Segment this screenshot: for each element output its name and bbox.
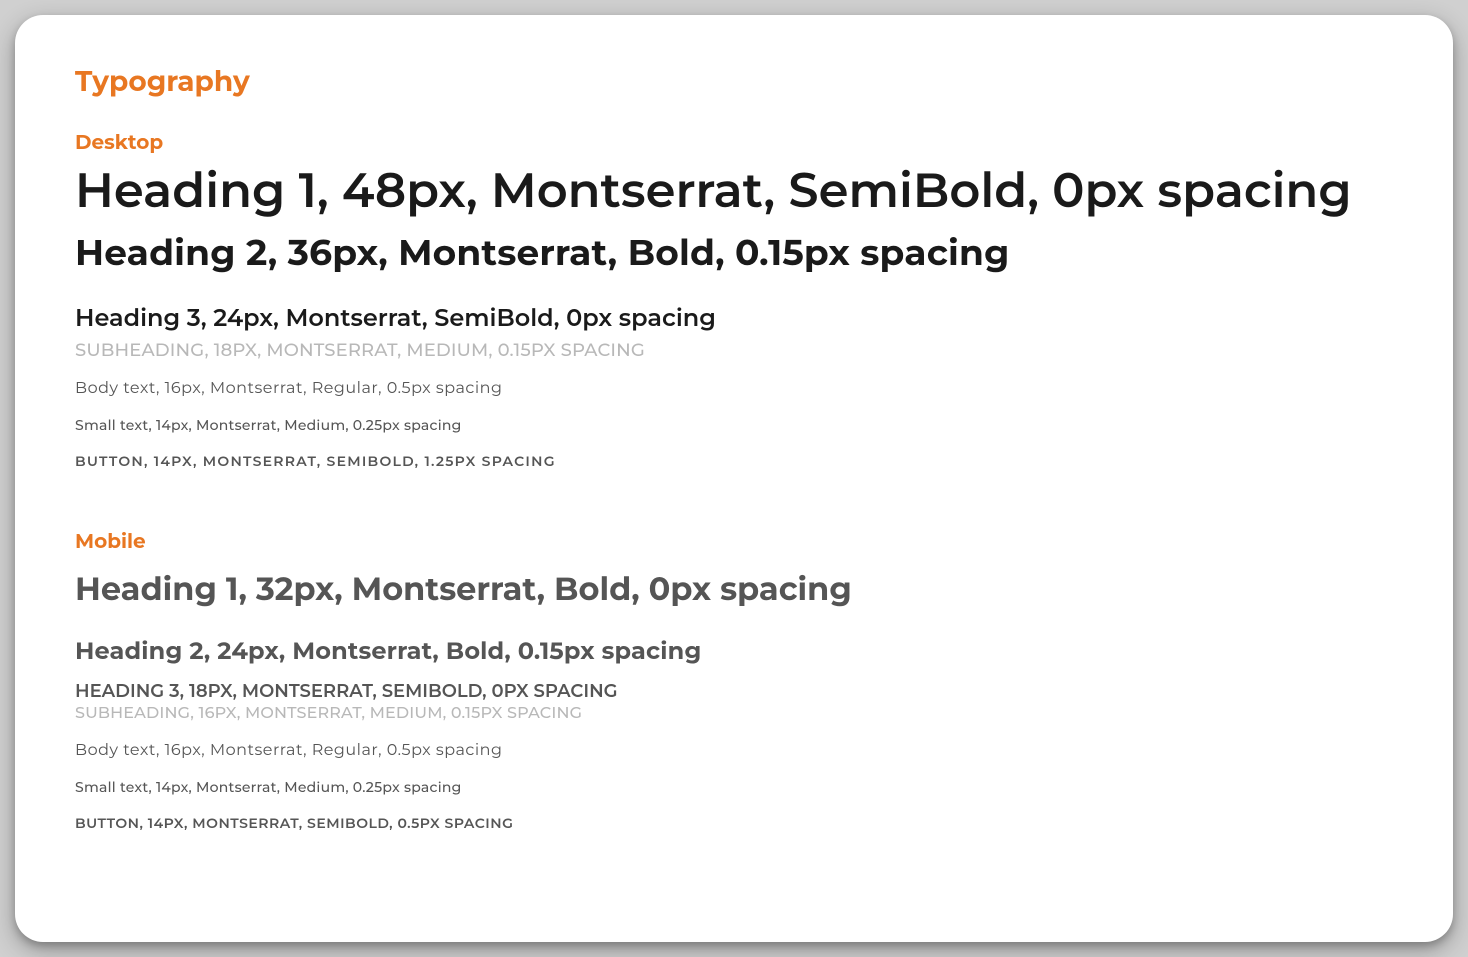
- mobile-heading-1: Heading 1, 32px, Montserrat, Bold, 0px s…: [75, 570, 1393, 609]
- desktop-small-text: Small text, 14px, Montserrat, Medium, 0.…: [75, 416, 1393, 434]
- page-title: Typography: [75, 65, 1393, 99]
- desktop-label: Desktop: [75, 131, 1393, 155]
- mobile-small-text: Small text, 14px, Montserrat, Medium, 0.…: [75, 778, 1393, 796]
- desktop-heading-3: Heading 3, 24px, Montserrat, SemiBold, 0…: [75, 304, 1393, 333]
- desktop-section: Desktop Heading 1, 48px, Montserrat, Sem…: [75, 131, 1393, 470]
- mobile-body-text: Body text, 16px, Montserrat, Regular, 0.…: [75, 741, 1393, 760]
- mobile-label: Mobile: [75, 530, 1393, 554]
- desktop-heading-2: Heading 2, 36px, Montserrat, Bold, 0.15p…: [75, 231, 1393, 276]
- desktop-button-text: BUTTON, 14PX, MONTSERRAT, SEMIBOLD, 1.25…: [75, 452, 1393, 470]
- desktop-subheading: SUBHEADING, 18PX, MONTSERRAT, MEDIUM, 0.…: [75, 339, 1393, 361]
- desktop-body-text: Body text, 16px, Montserrat, Regular, 0.…: [75, 379, 1393, 398]
- mobile-heading-3: HEADING 3, 18PX, MONTSERRAT, SEMIBOLD, 0…: [75, 680, 1393, 702]
- typography-card: Typography Desktop Heading 1, 48px, Mont…: [15, 15, 1453, 942]
- mobile-subheading: SUBHEADING, 16PX, MONTSERRAT, MEDIUM, 0.…: [75, 704, 1393, 723]
- mobile-section: Mobile Heading 1, 32px, Montserrat, Bold…: [75, 530, 1393, 832]
- desktop-heading-1: Heading 1, 48px, Montserrat, SemiBold, 0…: [75, 163, 1393, 221]
- mobile-button-text: BUTTON, 14PX, MONTSERRAT, SEMIBOLD, 0.5P…: [75, 814, 1393, 832]
- mobile-heading-2: Heading 2, 24px, Montserrat, Bold, 0.15p…: [75, 637, 1393, 666]
